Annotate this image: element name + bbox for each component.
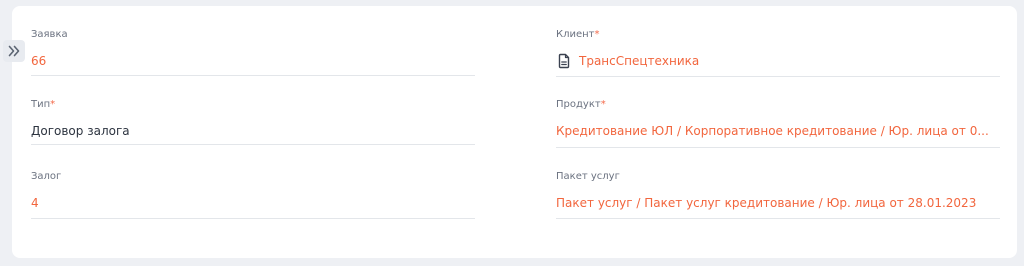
product-field: Продукт* Кредитование ЮЛ / Корпоративное… xyxy=(556,99,1000,148)
service-package-label: Пакет услуг xyxy=(556,171,620,182)
divider xyxy=(556,147,1000,148)
client-link[interactable]: ТрансСпецтехника xyxy=(579,53,699,69)
type-value[interactable]: Договор залога xyxy=(31,123,475,139)
divider xyxy=(556,218,1000,219)
client-label: Клиент* xyxy=(556,29,600,40)
collateral-label: Залог xyxy=(31,171,62,182)
application-label: Заявка xyxy=(31,29,68,40)
divider xyxy=(31,218,475,219)
collateral-value[interactable]: 4 xyxy=(31,195,475,211)
type-field: Тип* Договор залога xyxy=(31,99,475,146)
client-field: Клиент* ТрансСпецтехника xyxy=(556,29,1000,77)
divider xyxy=(31,144,475,145)
service-package-value[interactable]: Пакет услуг / Пакет услуг кредитование /… xyxy=(556,195,1000,211)
expand-panel-button[interactable] xyxy=(3,40,25,62)
collateral-field: Залог 4 xyxy=(31,171,475,220)
application-field: Заявка 66 xyxy=(31,29,475,76)
divider xyxy=(556,76,1000,77)
product-value[interactable]: Кредитование ЮЛ / Корпоративное кредитов… xyxy=(556,123,1000,139)
double-chevron-right-icon xyxy=(8,45,20,57)
service-package-field: Пакет услуг Пакет услуг / Пакет услуг кр… xyxy=(556,171,1000,220)
document-icon xyxy=(556,53,572,69)
type-label: Тип* xyxy=(31,99,56,110)
divider xyxy=(31,75,475,76)
product-label: Продукт* xyxy=(556,99,606,110)
application-value[interactable]: 66 xyxy=(31,53,475,69)
client-value-row[interactable]: ТрансСпецтехника xyxy=(556,53,1000,69)
